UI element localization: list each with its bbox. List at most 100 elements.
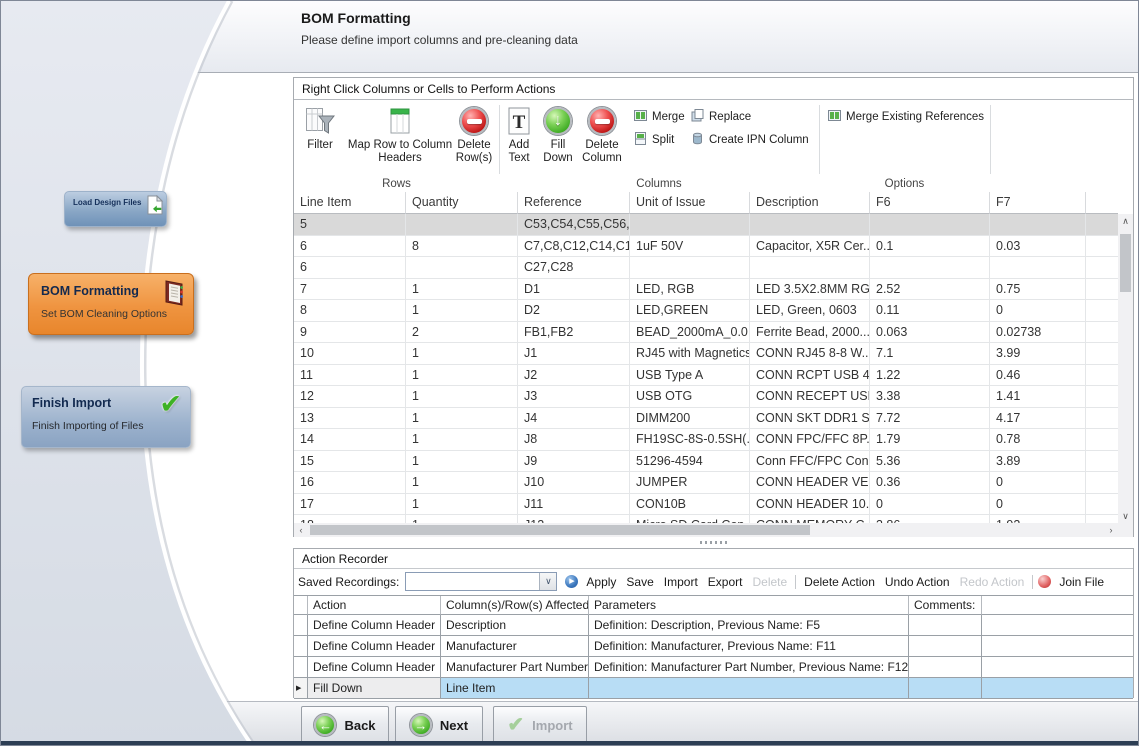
table-cell[interactable]: 0 [990,494,1086,516]
column-header[interactable]: Unit of Issue [630,192,750,214]
table-cell[interactable]: 1 [406,386,518,408]
table-cell[interactable]: 0.03 [990,236,1086,258]
table-cell[interactable]: 15 [294,451,406,473]
table-cell[interactable]: 0 [990,300,1086,322]
delete-recording-button[interactable]: Delete [747,575,792,589]
table-cell[interactable]: CON10B [630,494,750,516]
table-cell[interactable]: 1 [406,408,518,430]
recorder-cell[interactable]: Manufacturer [441,636,589,657]
table-cell[interactable]: 7 [294,279,406,301]
column-header[interactable]: Column(s)/Row(s) Affected [441,596,589,615]
table-cell[interactable]: CONN HEADER 10... [750,494,870,516]
recorder-cell[interactable] [589,678,909,699]
column-header[interactable]: F7 [990,192,1086,214]
recorder-cell[interactable]: Definition: Description, Previous Name: … [589,615,909,636]
table-cell[interactable]: 3.38 [870,386,990,408]
table-cell[interactable]: J11 [518,494,630,516]
table-cell[interactable]: FB1,FB2 [518,322,630,344]
table-cell[interactable]: 1 [406,279,518,301]
table-row[interactable]: 68C7,C8,C12,C14,C15,...1uF 50VCapacitor,… [294,236,1118,258]
table-cell[interactable]: 16 [294,472,406,494]
table-cell[interactable]: DIMM200 [630,408,750,430]
merge-existing-references-button[interactable]: Merge Existing References [828,109,984,125]
recorder-cell[interactable] [909,636,982,657]
table-cell[interactable]: 9 [294,322,406,344]
table-cell[interactable]: 3.86 [870,515,990,523]
table-cell[interactable]: 12 [294,386,406,408]
table-cell[interactable]: 1.41 [990,386,1086,408]
join-file-button[interactable]: Join File [1054,575,1109,589]
horizontal-scroll-thumb[interactable] [310,525,810,535]
table-cell[interactable]: Ferrite Bead, 2000... [750,322,870,344]
table-cell[interactable] [630,257,750,279]
table-cell[interactable]: J10 [518,472,630,494]
table-cell[interactable]: 18 [294,515,406,523]
table-cell[interactable]: 1 [406,494,518,516]
table-cell[interactable]: 0.11 [870,300,990,322]
recorder-row[interactable]: Define Column HeaderDescriptionDefinitio… [294,615,1133,636]
table-cell[interactable]: CONN RECEPT USB... [750,386,870,408]
table-cell[interactable] [750,257,870,279]
table-cell[interactable] [870,257,990,279]
table-cell[interactable] [870,214,990,236]
table-cell[interactable]: 51296-4594 [630,451,750,473]
chevron-down-icon[interactable]: ∨ [539,573,556,590]
horizontal-scrollbar[interactable]: ‹ › [294,523,1118,537]
table-cell[interactable]: CONN FPC/FFC 8P... [750,429,870,451]
step-finish-import[interactable]: Finish Import Finish Importing of Files … [21,386,191,448]
table-cell[interactable] [750,214,870,236]
table-cell[interactable]: 0.46 [990,365,1086,387]
vertical-scrollbar[interactable]: ∧ ∨ [1118,214,1133,523]
next-button[interactable]: → Next [395,706,483,744]
delete-column-button[interactable]: Delete Column [578,103,626,165]
table-row[interactable]: 81D2LED,GREENLED, Green, 06030.110 [294,300,1118,322]
column-header[interactable]: Action [308,596,441,615]
step-load-design-files[interactable]: Load Design Files [64,191,167,227]
table-cell[interactable]: 0.78 [990,429,1086,451]
table-row[interactable]: 6C27,C28 [294,257,1118,279]
scroll-down-arrow[interactable]: ∨ [1118,509,1133,523]
table-cell[interactable]: 2 [406,322,518,344]
table-cell[interactable]: USB OTG [630,386,750,408]
table-cell[interactable]: 1 [406,451,518,473]
recorder-cell[interactable] [909,615,982,636]
table-cell[interactable]: 2.52 [870,279,990,301]
recorder-row[interactable]: Define Column HeaderManufacturer Part Nu… [294,657,1133,678]
table-row[interactable]: 161J10JUMPERCONN HEADER VE...0.360 [294,472,1118,494]
table-cell[interactable]: J8 [518,429,630,451]
table-row[interactable]: 5 C53,C54,C55,C56,C... [294,214,1118,236]
table-cell[interactable]: J12 [518,515,630,523]
recorder-cell[interactable]: Manufacturer Part Number [441,657,589,678]
table-cell[interactable]: 1.22 [870,365,990,387]
table-cell[interactable]: LED 3.5X2.8MM RG... [750,279,870,301]
row-indicator[interactable] [294,615,308,636]
table-cell[interactable]: J2 [518,365,630,387]
current-row-indicator[interactable]: ▶ [294,678,308,699]
scroll-up-arrow[interactable]: ∧ [1118,214,1133,228]
table-cell[interactable]: 5 [294,214,406,236]
table-row[interactable]: 121J3USB OTGCONN RECEPT USB...3.381.41 [294,386,1118,408]
table-cell[interactable]: LED,GREEN [630,300,750,322]
add-text-button[interactable]: T Add Text [500,103,538,165]
map-row-to-column-headers-button[interactable]: Map Row to Column Headers [344,103,456,165]
table-row[interactable]: 151J951296-4594Conn FFC/FPC Con...5.363.… [294,451,1118,473]
table-cell[interactable]: Capacitor, X5R Cer... [750,236,870,258]
table-cell[interactable] [406,214,518,236]
table-cell[interactable]: 1 [406,343,518,365]
scroll-right-arrow[interactable]: › [1104,523,1118,537]
column-header[interactable]: Parameters [589,596,909,615]
table-cell[interactable]: RJ45 with Magnetics [630,343,750,365]
table-cell[interactable]: BEAD_2000mA_0.0... [630,322,750,344]
table-cell[interactable]: 3.89 [990,451,1086,473]
column-header[interactable]: Description [750,192,870,214]
import-recording-button[interactable]: Import [659,575,703,589]
table-cell[interactable]: USB Type A [630,365,750,387]
table-cell[interactable]: 8 [406,236,518,258]
column-header[interactable]: Comments: [909,596,982,615]
vertical-scroll-thumb[interactable] [1120,234,1131,292]
table-cell[interactable]: 6 [294,257,406,279]
table-cell[interactable]: C53,C54,C55,C56,C... [518,214,630,236]
table-cell[interactable]: FH19SC-8S-0.5SH(... [630,429,750,451]
table-cell[interactable]: 0.36 [870,472,990,494]
saved-recordings-combobox[interactable]: ∨ [405,572,557,591]
